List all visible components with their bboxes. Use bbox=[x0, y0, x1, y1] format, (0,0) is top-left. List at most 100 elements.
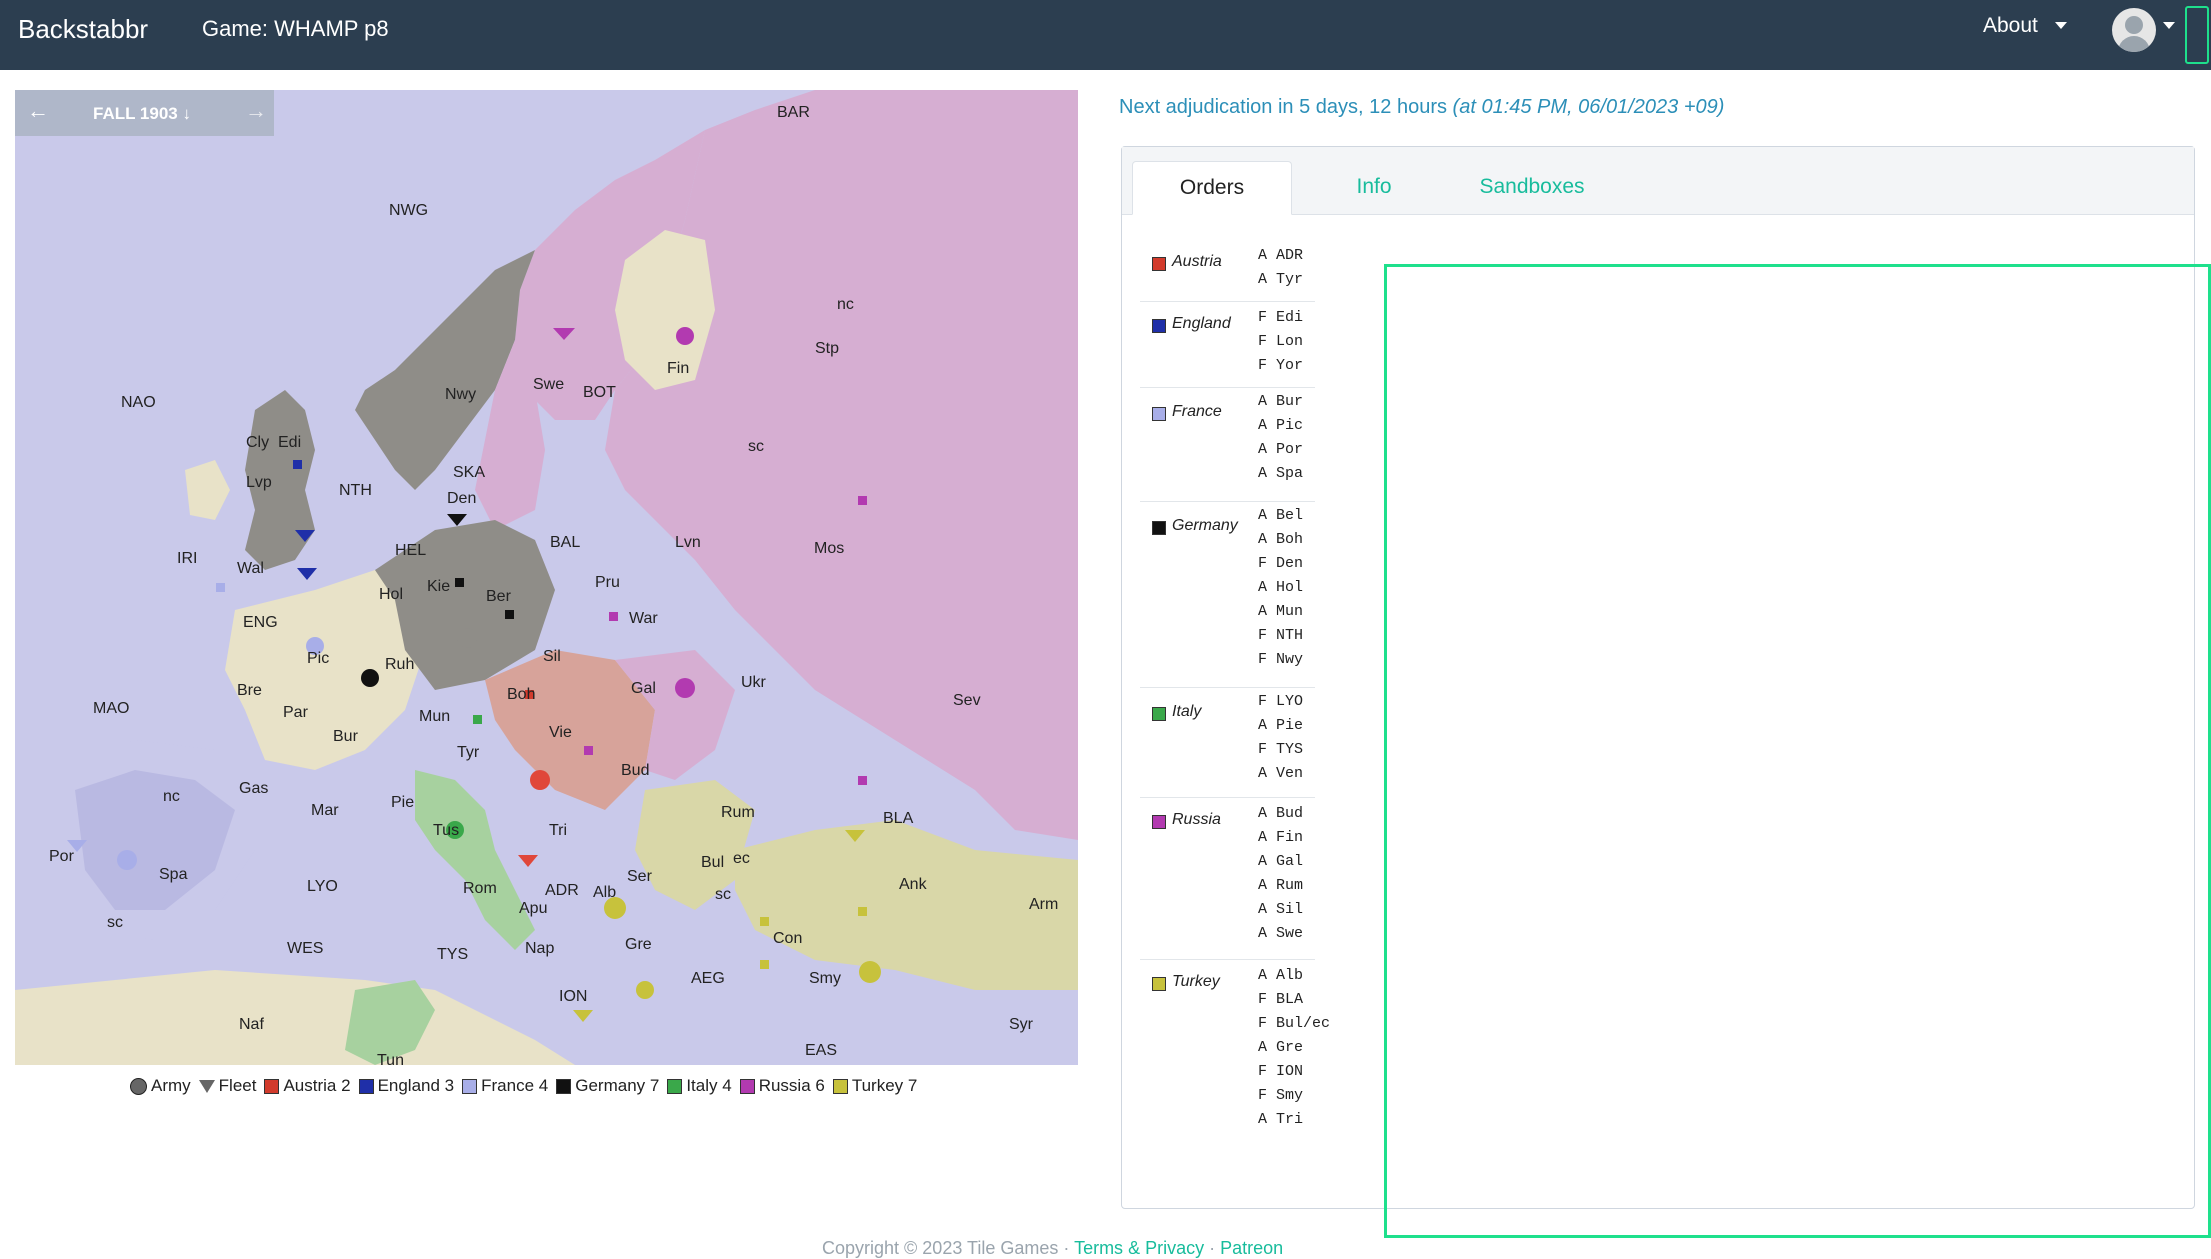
patreon-link[interactable]: Patreon bbox=[1220, 1238, 1283, 1258]
province-label[interactable]: Hol bbox=[379, 586, 403, 604]
province-label[interactable]: Ber bbox=[486, 588, 511, 606]
province-label[interactable]: TYS bbox=[437, 946, 468, 964]
province-label[interactable]: AEG bbox=[691, 970, 725, 988]
province-label[interactable]: Mun bbox=[419, 708, 450, 726]
province-label[interactable]: Bur bbox=[333, 728, 358, 746]
province-label[interactable]: Tri bbox=[549, 822, 567, 840]
province-label[interactable]: Edi bbox=[278, 434, 301, 452]
province-label[interactable]: LYO bbox=[307, 878, 338, 896]
order-item[interactable]: F LYO bbox=[1258, 693, 1303, 710]
province-label[interactable]: Par bbox=[283, 704, 308, 722]
province-label[interactable]: HEL bbox=[395, 542, 426, 560]
order-item[interactable]: F Den bbox=[1258, 555, 1303, 572]
province-label[interactable]: ION bbox=[559, 988, 587, 1006]
order-item[interactable]: A Rum bbox=[1258, 877, 1303, 894]
province-label[interactable]: Den bbox=[447, 490, 476, 508]
order-item[interactable]: F ION bbox=[1258, 1063, 1303, 1080]
province-label[interactable]: Apu bbox=[519, 900, 547, 918]
terms-privacy-link[interactable]: Terms & Privacy bbox=[1074, 1238, 1204, 1258]
order-item[interactable]: A Bur bbox=[1258, 393, 1303, 410]
order-item[interactable]: A Gre bbox=[1258, 1039, 1303, 1056]
province-label[interactable]: Sil bbox=[543, 648, 561, 666]
province-label[interactable]: SKA bbox=[453, 464, 485, 482]
province-label[interactable]: Gal bbox=[631, 680, 656, 698]
province-label[interactable]: Pie bbox=[391, 794, 414, 812]
province-label[interactable]: War bbox=[629, 610, 658, 628]
province-label[interactable]: BAL bbox=[550, 534, 580, 552]
order-item[interactable]: F Smy bbox=[1258, 1087, 1303, 1104]
province-label[interactable]: sc bbox=[107, 914, 123, 932]
province-label[interactable]: Lvp bbox=[246, 474, 272, 492]
province-label[interactable]: WES bbox=[287, 940, 323, 958]
order-item[interactable]: A Pic bbox=[1258, 417, 1303, 434]
province-label[interactable]: Ank bbox=[899, 876, 927, 894]
province-label[interactable]: Tus bbox=[433, 822, 459, 840]
province-label[interactable]: Ukr bbox=[741, 674, 766, 692]
order-item[interactable]: A Gal bbox=[1258, 853, 1303, 870]
province-label[interactable]: MAO bbox=[93, 700, 129, 718]
about-caret-icon[interactable] bbox=[2055, 22, 2067, 29]
order-item[interactable]: A Por bbox=[1258, 441, 1303, 458]
province-label[interactable]: Alb bbox=[593, 884, 616, 902]
province-label[interactable]: Swe bbox=[533, 376, 564, 394]
order-item[interactable]: A Ven bbox=[1258, 765, 1303, 782]
province-label[interactable]: Bul bbox=[701, 854, 724, 872]
diplomacy-map[interactable]: ← FALL 1903 ↓ → BAR NWG nc Stp Fin NAO N… bbox=[15, 90, 1078, 1065]
province-label[interactable]: BAR bbox=[777, 104, 810, 122]
order-item[interactable]: A Alb bbox=[1258, 967, 1303, 984]
order-item[interactable]: A ADR bbox=[1258, 247, 1303, 264]
user-avatar[interactable] bbox=[2112, 8, 2156, 52]
nav-toggle-button[interactable] bbox=[2185, 6, 2209, 64]
order-item[interactable]: A Fin bbox=[1258, 829, 1303, 846]
province-label[interactable]: ec bbox=[733, 850, 750, 868]
province-label[interactable]: Tun bbox=[377, 1052, 404, 1065]
tab-info[interactable]: Info bbox=[1334, 161, 1414, 215]
order-item[interactable]: A Hol bbox=[1258, 579, 1303, 596]
order-item[interactable]: A Mun bbox=[1258, 603, 1303, 620]
province-label[interactable]: Ser bbox=[627, 868, 652, 886]
province-label[interactable]: Boh bbox=[507, 686, 535, 704]
order-item[interactable]: A Bud bbox=[1258, 805, 1303, 822]
province-label[interactable]: Cly bbox=[246, 434, 269, 452]
province-label[interactable]: NTH bbox=[339, 482, 372, 500]
province-label[interactable]: EAS bbox=[805, 1042, 837, 1060]
province-label[interactable]: Nwy bbox=[445, 386, 476, 404]
province-label[interactable]: Bre bbox=[237, 682, 262, 700]
province-label[interactable]: Bud bbox=[621, 762, 649, 780]
province-label[interactable]: Gre bbox=[625, 936, 652, 954]
province-label[interactable]: NWG bbox=[389, 202, 428, 220]
province-label[interactable]: Tyr bbox=[457, 744, 479, 762]
order-item[interactable]: A Spa bbox=[1258, 465, 1303, 482]
province-label[interactable]: Lvn bbox=[675, 534, 701, 552]
order-item[interactable]: F Lon bbox=[1258, 333, 1303, 350]
province-label[interactable]: Pru bbox=[595, 574, 620, 592]
map-canvas[interactable] bbox=[15, 90, 1078, 1065]
province-label[interactable]: BLA bbox=[883, 810, 913, 828]
phase-selector[interactable]: FALL 1903 ↓ bbox=[93, 104, 191, 124]
game-title-link[interactable]: Game: WHAMP p8 bbox=[202, 16, 389, 42]
province-label[interactable]: Vie bbox=[549, 724, 572, 742]
province-label[interactable]: Arm bbox=[1029, 896, 1058, 914]
province-label[interactable]: Naf bbox=[239, 1016, 264, 1034]
order-item[interactable]: F NTH bbox=[1258, 627, 1303, 644]
order-item[interactable]: A Tri bbox=[1258, 1111, 1303, 1128]
about-menu[interactable]: About bbox=[1983, 14, 2038, 38]
order-item[interactable]: F Bul/ec bbox=[1258, 1015, 1330, 1032]
province-label[interactable]: Nap bbox=[525, 940, 554, 958]
order-item[interactable]: F Yor bbox=[1258, 357, 1303, 374]
province-label[interactable]: ADR bbox=[545, 882, 579, 900]
order-item[interactable]: A Pie bbox=[1258, 717, 1303, 734]
province-label[interactable]: Con bbox=[773, 930, 802, 948]
province-label[interactable]: Stp bbox=[815, 340, 839, 358]
province-label[interactable]: nc bbox=[163, 788, 180, 806]
order-item[interactable]: F Edi bbox=[1258, 309, 1303, 326]
province-label[interactable]: Rum bbox=[721, 804, 755, 822]
next-phase-arrow-icon[interactable]: → bbox=[245, 98, 267, 124]
province-label[interactable]: nc bbox=[837, 296, 854, 314]
province-label[interactable]: Ruh bbox=[385, 656, 414, 674]
province-label[interactable]: Kie bbox=[427, 578, 450, 596]
province-label[interactable]: IRI bbox=[177, 550, 197, 568]
province-label[interactable]: sc bbox=[715, 886, 731, 904]
brand-logo[interactable]: Backstabbr bbox=[18, 14, 148, 45]
order-item[interactable]: A Boh bbox=[1258, 531, 1303, 548]
